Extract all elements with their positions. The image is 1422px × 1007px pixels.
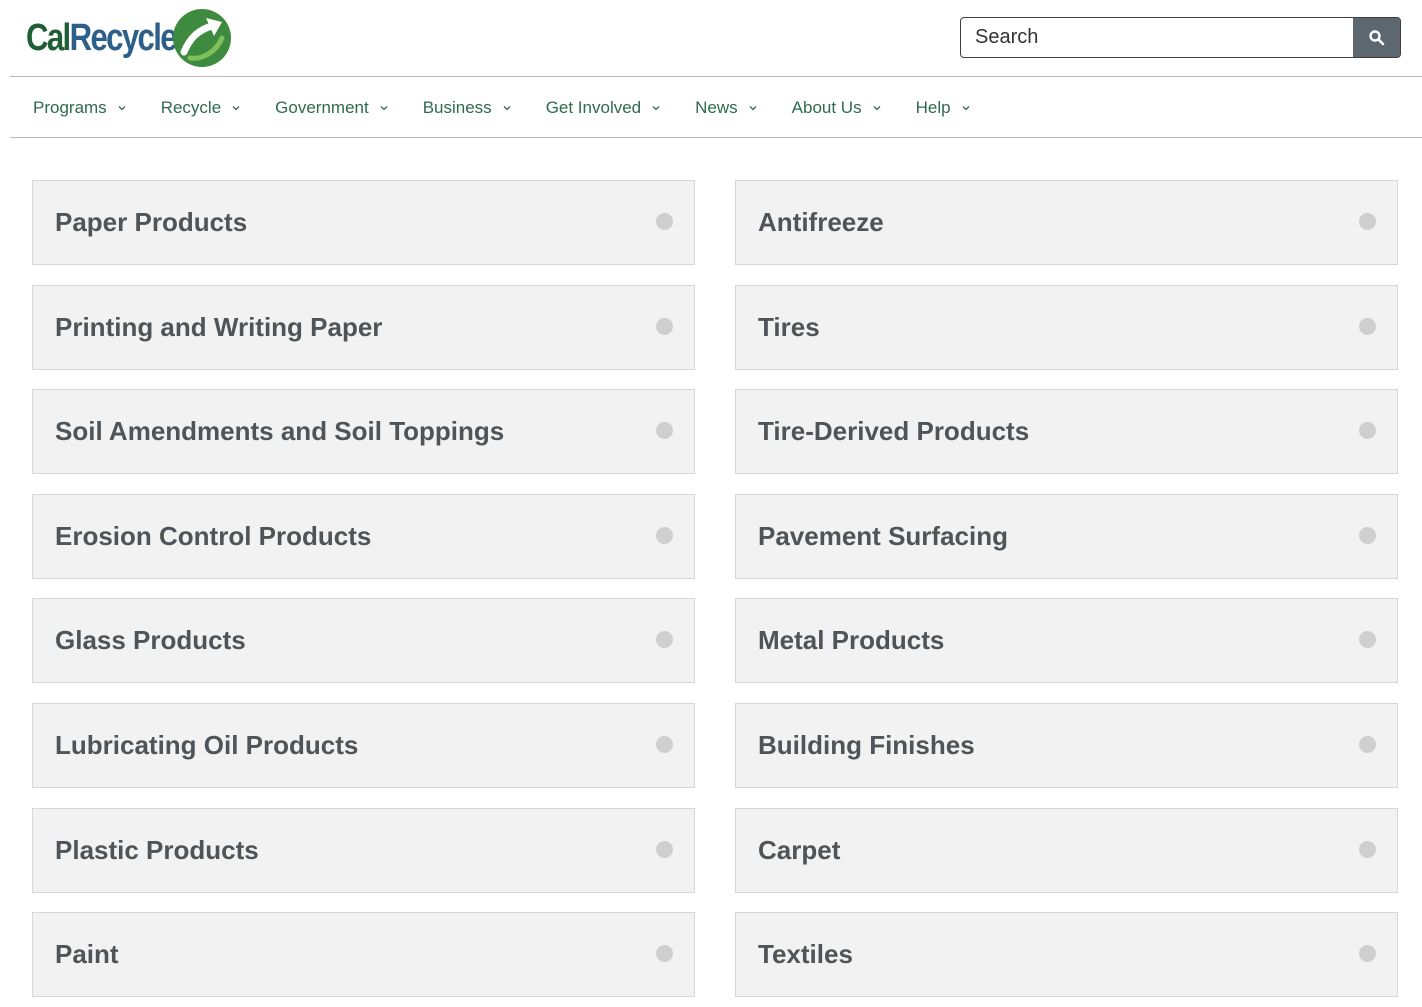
nav-divider — [10, 137, 1422, 138]
search-icon — [1368, 29, 1384, 45]
nav-item-get-involved[interactable]: Get Involved — [546, 98, 661, 118]
nav-item-label: Government — [275, 98, 369, 117]
category-label: Paper Products — [55, 207, 248, 237]
expand-dot-icon — [1359, 631, 1376, 648]
category-card-carpet[interactable]: Carpet — [735, 808, 1398, 893]
expand-dot-icon — [1359, 318, 1376, 335]
chevron-down-icon — [503, 106, 511, 111]
expand-dot-icon — [656, 945, 673, 962]
category-card-erosion-control-products[interactable]: Erosion Control Products — [32, 494, 695, 579]
category-label: Printing and Writing Paper — [55, 312, 383, 342]
nav-item-programs[interactable]: Programs — [33, 98, 127, 118]
category-card-tires[interactable]: Tires — [735, 285, 1398, 370]
category-card-paint[interactable]: Paint — [32, 912, 695, 997]
expand-dot-icon — [656, 736, 673, 753]
site-header: CalRecycle — [0, 0, 1422, 76]
chevron-down-icon — [118, 106, 126, 111]
nav-item-label: Help — [915, 98, 951, 117]
nav-item-about-us[interactable]: About Us — [792, 98, 882, 118]
category-card-soil-amendments-and-soil-toppings[interactable]: Soil Amendments and Soil Toppings — [32, 389, 695, 474]
category-card-tire-derived-products[interactable]: Tire-Derived Products — [735, 389, 1398, 474]
search-button[interactable] — [1353, 18, 1400, 57]
expand-dot-icon — [1359, 841, 1376, 858]
category-card-paper-products[interactable]: Paper Products — [32, 180, 695, 265]
category-card-glass-products[interactable]: Glass Products — [32, 598, 695, 683]
category-label: Soil Amendments and Soil Toppings — [55, 416, 505, 446]
category-label: Glass Products — [55, 625, 246, 655]
expand-dot-icon — [1359, 213, 1376, 230]
category-label: Tires — [758, 312, 820, 342]
category-label: Metal Products — [758, 625, 945, 655]
category-card-metal-products[interactable]: Metal Products — [735, 598, 1398, 683]
category-label: Lubricating Oil Products — [55, 730, 359, 760]
category-card-plastic-products[interactable]: Plastic Products — [32, 808, 695, 893]
expand-dot-icon — [1359, 527, 1376, 544]
nav-item-label: Get Involved — [545, 98, 642, 117]
expand-dot-icon — [656, 422, 673, 439]
nav-item-news[interactable]: News — [695, 98, 758, 118]
nav-item-recycle[interactable]: Recycle — [161, 98, 241, 118]
nav-item-label: Business — [422, 98, 492, 117]
expand-dot-icon — [656, 318, 673, 335]
expand-dot-icon — [656, 527, 673, 544]
category-label: Building Finishes — [758, 730, 975, 760]
chevron-down-icon — [749, 106, 757, 111]
nav-item-label: About Us — [791, 98, 862, 117]
category-card-textiles[interactable]: Textiles — [735, 912, 1398, 997]
nav-item-label: News — [695, 98, 738, 117]
expand-dot-icon — [1359, 422, 1376, 439]
logo-recycle-text: Recycle — [69, 17, 178, 59]
search-input[interactable] — [961, 18, 1353, 57]
nav-item-label: Programs — [33, 98, 107, 117]
category-card-pavement-surfacing[interactable]: Pavement Surfacing — [735, 494, 1398, 579]
logo-wordmark: CalRecycle — [26, 17, 178, 59]
chevron-down-icon — [873, 106, 881, 111]
category-label: Textiles — [758, 939, 853, 969]
expand-dot-icon — [1359, 945, 1376, 962]
expand-dot-icon — [1359, 736, 1376, 753]
category-label: Carpet — [758, 835, 841, 865]
chevron-down-icon — [380, 106, 388, 111]
category-label: Plastic Products — [55, 835, 259, 865]
category-label: Antifreeze — [758, 207, 884, 237]
header-divider — [10, 76, 1422, 77]
category-card-antifreeze[interactable]: Antifreeze — [735, 180, 1398, 265]
category-label: Paint — [55, 939, 119, 969]
recycle-arrow-icon — [173, 9, 231, 67]
expand-dot-icon — [656, 631, 673, 648]
nav-item-business[interactable]: Business — [423, 98, 512, 118]
chevron-down-icon — [652, 106, 660, 111]
logo-cal-text: Cal — [26, 17, 71, 59]
category-label: Pavement Surfacing — [758, 521, 1008, 551]
expand-dot-icon — [656, 213, 673, 230]
main-nav: Programs Recycle Government Business Get Inv… — [33, 94, 1005, 122]
category-card-printing-and-writing-paper[interactable]: Printing and Writing Paper — [32, 285, 695, 370]
nav-item-government[interactable]: Government — [275, 98, 389, 118]
nav-item-help[interactable]: Help — [916, 98, 971, 118]
category-label: Erosion Control Products — [55, 521, 372, 551]
search-box — [960, 17, 1401, 58]
calrecycle-logo[interactable]: CalRecycle — [26, 8, 231, 68]
chevron-down-icon — [962, 106, 970, 111]
category-label: Tire-Derived Products — [758, 416, 1030, 446]
nav-item-label: Recycle — [160, 98, 222, 117]
expand-dot-icon — [656, 841, 673, 858]
category-card-building-finishes[interactable]: Building Finishes — [735, 703, 1398, 788]
category-card-lubricating-oil-products[interactable]: Lubricating Oil Products — [32, 703, 695, 788]
chevron-down-icon — [232, 106, 240, 111]
